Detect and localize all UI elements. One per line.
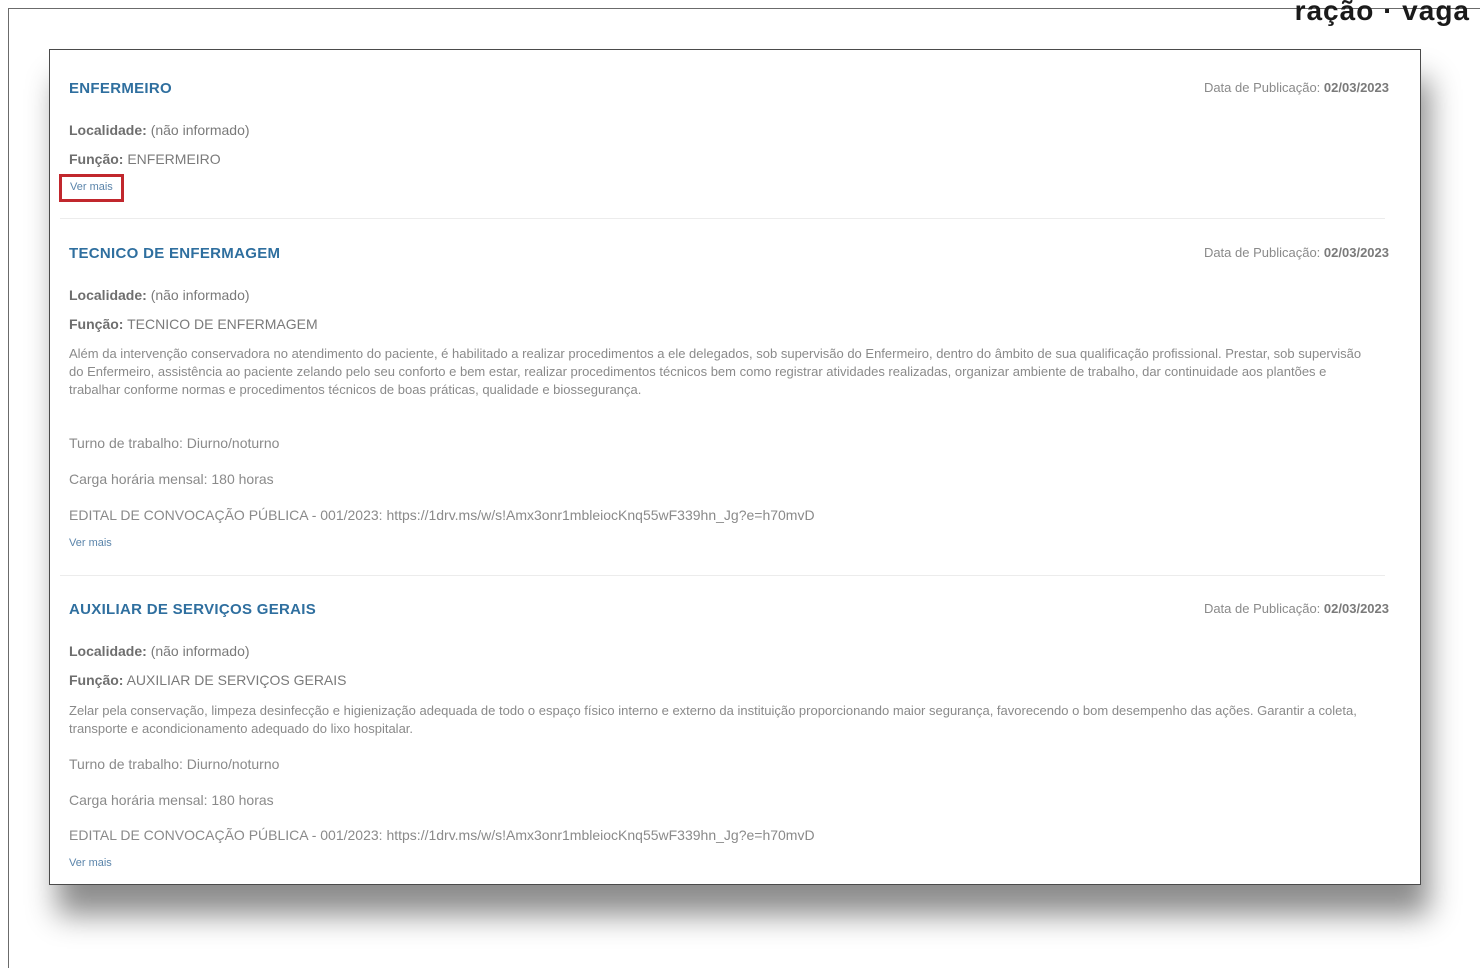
funcao-field: Função: AUXILIAR DE SERVIÇOS GERAIS xyxy=(69,672,347,688)
ver-mais-link[interactable]: Ver mais xyxy=(69,537,112,549)
ver-mais-link[interactable]: Ver mais xyxy=(69,857,112,869)
job-item-tecnico-enfermagem: TECNICO DE ENFERMAGEM Data de Publicação… xyxy=(69,245,1389,565)
publication-date-label: Data de Publicação: xyxy=(1203,245,1321,260)
localidade-field: Localidade: (não informado) xyxy=(69,287,250,303)
separator xyxy=(60,575,1385,576)
publication-date-value: 02/03/2023 xyxy=(1323,80,1389,95)
publication-date-label: Data de Publicação: xyxy=(1203,601,1321,616)
localidade-value: (não informado) xyxy=(150,287,250,303)
localidade-field: Localidade: (não informado) xyxy=(69,643,250,659)
localidade-value: (não informado) xyxy=(150,122,250,138)
ver-mais-link[interactable]: Ver mais xyxy=(59,174,124,202)
funcao-value: TECNICO DE ENFERMAGEM xyxy=(127,316,318,332)
job-item-enfermeiro: ENFERMEIRO Data de Publicação: 02/03/202… xyxy=(59,80,1389,240)
funcao-label: Função: xyxy=(69,672,124,688)
turno-text: Turno de trabalho: Diurno/noturno xyxy=(69,435,280,451)
job-item-auxiliar-servicos-gerais: AUXILIAR DE SERVIÇOS GERAIS Data de Publ… xyxy=(69,601,1389,881)
job-title[interactable]: ENFERMEIRO xyxy=(69,80,172,97)
edital-text: EDITAL DE CONVOCAÇÃO PÚBLICA - 001/2023:… xyxy=(69,827,815,843)
job-title[interactable]: AUXILIAR DE SERVIÇOS GERAIS xyxy=(69,601,316,618)
funcao-value: AUXILIAR DE SERVIÇOS GERAIS xyxy=(126,672,347,688)
carga-horaria-text: Carga horária mensal: 180 horas xyxy=(69,471,274,487)
turno-text: Turno de trabalho: Diurno/noturno xyxy=(69,756,280,772)
localidade-label: Localidade: xyxy=(69,287,147,303)
job-listing-card: ENFERMEIRO Data de Publicação: 02/03/202… xyxy=(49,49,1421,885)
header-fragment: ração · vaga xyxy=(1294,0,1470,26)
localidade-label: Localidade: xyxy=(69,643,147,659)
funcao-field: Função: ENFERMEIRO xyxy=(69,151,221,167)
publication-date-value: 02/03/2023 xyxy=(1323,601,1389,616)
funcao-value: ENFERMEIRO xyxy=(127,151,221,167)
publication-date: Data de Publicação: 02/03/2023 xyxy=(1204,245,1389,260)
carga-horaria-text: Carga horária mensal: 180 horas xyxy=(69,792,274,808)
localidade-value: (não informado) xyxy=(150,643,250,659)
job-description: Além da intervenção conservadora no aten… xyxy=(69,346,1362,397)
publication-date-value: 02/03/2023 xyxy=(1323,245,1389,260)
job-description: Zelar pela conservação, limpeza desinfec… xyxy=(69,703,1357,736)
edital-text: EDITAL DE CONVOCAÇÃO PÚBLICA - 001/2023:… xyxy=(69,507,815,523)
separator xyxy=(60,218,1385,219)
localidade-label: Localidade: xyxy=(69,122,147,138)
publication-date: Data de Publicação: 02/03/2023 xyxy=(1204,601,1389,616)
job-title[interactable]: TECNICO DE ENFERMAGEM xyxy=(69,245,280,262)
funcao-field: Função: TECNICO DE ENFERMAGEM xyxy=(69,316,318,332)
localidade-field: Localidade: (não informado) xyxy=(69,122,250,138)
funcao-label: Função: xyxy=(69,151,124,167)
publication-date-label: Data de Publicação: xyxy=(1203,80,1321,95)
publication-date: Data de Publicação: 02/03/2023 xyxy=(1204,80,1389,95)
funcao-label: Função: xyxy=(69,316,124,332)
